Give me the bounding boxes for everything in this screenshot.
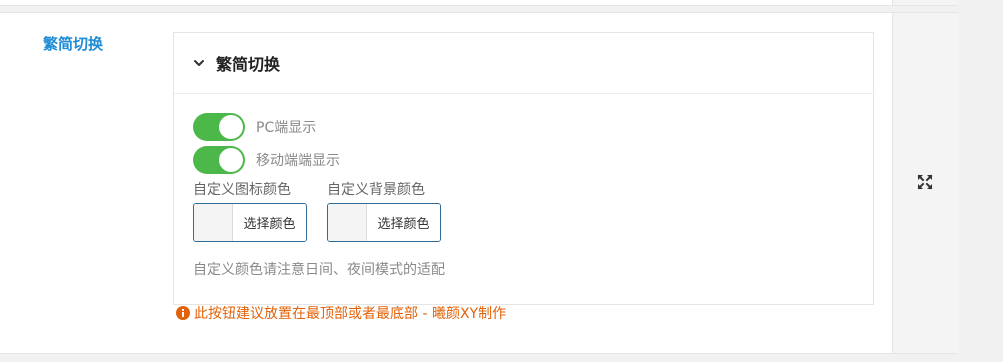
background-color-select-button[interactable]: 选择颜色 xyxy=(367,204,440,241)
accordion-title: 繁简切换 xyxy=(216,55,281,74)
background-color-swatch[interactable] xyxy=(328,204,367,241)
expand-icon[interactable] xyxy=(917,174,933,190)
icon-color-label: 自定义图标颜色 xyxy=(193,182,291,198)
color-fields: 自定义图标颜色 选择颜色 自定义背景颜色 选择颜色 xyxy=(193,179,873,242)
pc-display-label: PC端显示 xyxy=(256,120,317,136)
hint-text: 此按钮建议放置在最顶部或者最底部 - 曦颜XY制作 xyxy=(194,306,507,322)
background-color-field: 自定义背景颜色 选择颜色 xyxy=(327,179,441,242)
icon-color-select-button[interactable]: 选择颜色 xyxy=(233,204,306,241)
accordion: 繁简切换 PC端显示 移动端端显示 自定义图标颜色 选择颜色 自定义背景颜色 选… xyxy=(173,32,874,305)
mobile-display-label: 移动端端显示 xyxy=(256,153,340,169)
mobile-display-toggle[interactable] xyxy=(193,146,245,174)
accordion-body: PC端显示 移动端端显示 自定义图标颜色 选择颜色 自定义背景颜色 选择颜色 自… xyxy=(174,94,873,279)
toggle-knob xyxy=(219,148,243,172)
switch-row-mobile: 移动端端显示 xyxy=(193,145,873,175)
icon-color-field: 自定义图标颜色 选择颜色 xyxy=(193,179,307,242)
background-color-label: 自定义背景颜色 xyxy=(327,182,425,198)
icon-color-swatch[interactable] xyxy=(194,204,233,241)
color-note: 自定义颜色请注意日间、夜间模式的适配 xyxy=(193,262,445,278)
icon-color-picker[interactable]: 选择颜色 xyxy=(193,203,307,242)
pc-display-toggle[interactable] xyxy=(193,113,245,141)
hint: 此按钮建议放置在最顶部或者最底部 - 曦颜XY制作 xyxy=(176,303,506,323)
chevron-down-icon xyxy=(194,60,204,66)
background-color-picker[interactable]: 选择颜色 xyxy=(327,203,441,242)
previous-panel-edge xyxy=(0,0,1003,12)
previous-panel-side-column xyxy=(892,0,959,5)
previous-panel xyxy=(0,0,958,6)
info-icon xyxy=(176,306,190,320)
field-label: 繁简切换 xyxy=(42,35,103,53)
switch-row-pc: PC端显示 xyxy=(193,112,873,142)
toggle-knob xyxy=(219,115,243,139)
accordion-header[interactable]: 繁简切换 xyxy=(174,33,873,94)
